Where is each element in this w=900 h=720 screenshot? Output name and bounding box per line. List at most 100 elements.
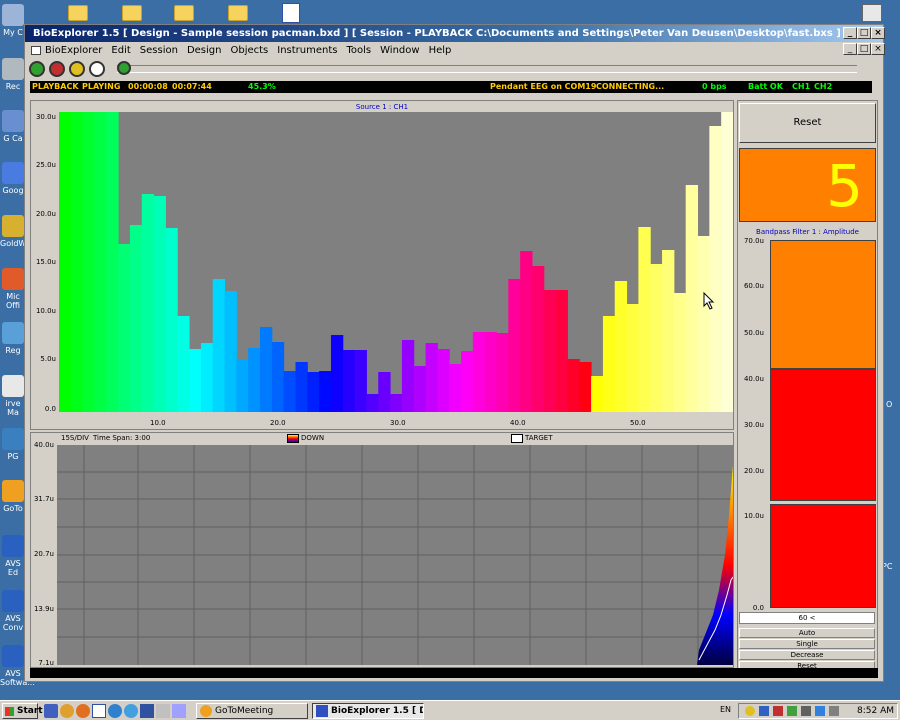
tray-app-icon[interactable] xyxy=(759,706,769,716)
goldwave-icon[interactable]: GoldW xyxy=(0,215,26,248)
tray-app-icon[interactable] xyxy=(801,706,811,716)
target-legend-swatch xyxy=(511,434,523,443)
gotomeeting-icon xyxy=(200,705,212,717)
down-legend-swatch xyxy=(287,434,299,443)
menu-edit[interactable]: Edit xyxy=(111,45,130,56)
auto-button[interactable]: Auto xyxy=(739,628,875,638)
child-close-button[interactable]: × xyxy=(871,43,885,55)
quicklaunch-browser-icon[interactable] xyxy=(76,704,90,718)
start-button[interactable]: Start xyxy=(2,703,43,719)
spectrum-bar xyxy=(283,371,296,412)
stop-button[interactable] xyxy=(89,61,105,77)
y-tick: 25.0u xyxy=(35,161,56,169)
document-icon xyxy=(31,45,41,55)
spectrum-bar xyxy=(141,194,155,412)
quicklaunch-app-icon[interactable] xyxy=(156,704,170,718)
gotomeeting-icon[interactable]: GoTo xyxy=(0,480,26,513)
desktop-shortcut-icon[interactable]: G Ca xyxy=(0,110,26,143)
quicklaunch-skype-icon[interactable] xyxy=(124,704,138,718)
quicklaunch-ie-icon[interactable] xyxy=(108,704,122,718)
menu-objects[interactable]: Objects xyxy=(230,45,268,56)
menu-tools[interactable]: Tools xyxy=(346,45,371,56)
quicklaunch-app-icon[interactable] xyxy=(140,704,154,718)
google-icon[interactable]: Goog xyxy=(0,162,26,195)
quicklaunch-word-icon[interactable] xyxy=(92,704,106,718)
play-button[interactable] xyxy=(29,61,45,77)
spectrum-bar xyxy=(520,251,533,412)
spectrum-bar xyxy=(662,250,675,412)
spectrum-bar xyxy=(342,350,356,412)
task-gotomeeting[interactable]: GoToMeeting xyxy=(196,703,308,719)
close-button[interactable]: × xyxy=(871,27,885,39)
y-tick: 30.0u xyxy=(743,421,764,429)
position-slider[interactable] xyxy=(117,61,857,75)
avs-software-icon[interactable]: AVS Softwa... xyxy=(0,645,35,687)
spectrum-bar xyxy=(638,227,651,412)
menu-instruments[interactable]: Instruments xyxy=(277,45,337,56)
session-status-bar: PLAYBACK PLAYING 00:00:08 00:07:44 45.3%… xyxy=(30,81,872,93)
spectrum-bar xyxy=(189,349,202,412)
folder-icon[interactable] xyxy=(174,5,194,21)
desktop-document-icon[interactable] xyxy=(862,4,882,22)
spectrum-bar xyxy=(449,364,462,412)
record-button[interactable] xyxy=(49,61,65,77)
tray-app-icon[interactable] xyxy=(787,706,797,716)
pause-button[interactable] xyxy=(69,61,85,77)
avs-converter-icon[interactable]: AVS Conv xyxy=(0,590,26,632)
menu-help[interactable]: Help xyxy=(429,45,452,56)
pg-icon[interactable]: PG xyxy=(0,428,26,461)
spectrum-bar xyxy=(118,244,131,412)
y-tick: 40.0u xyxy=(33,441,54,449)
folder-icon[interactable] xyxy=(122,5,142,21)
quicklaunch-firefox-icon[interactable] xyxy=(60,704,74,718)
tray-app-icon[interactable] xyxy=(815,706,825,716)
spectrum-bar xyxy=(721,112,733,412)
avs-editor-icon[interactable]: AVS Ed xyxy=(0,535,26,577)
maximize-button[interactable]: □ xyxy=(857,27,871,39)
threshold-field[interactable]: 60 < xyxy=(739,612,875,624)
y-tick: 10.0u xyxy=(743,512,764,520)
minimize-button[interactable]: _ xyxy=(843,27,857,39)
quicklaunch-app-icon[interactable] xyxy=(172,704,186,718)
spectrum-bar xyxy=(472,332,486,412)
volume-icon[interactable] xyxy=(829,706,839,716)
status-elapsed: 00:00:08 xyxy=(128,82,168,91)
tray-app-icon[interactable] xyxy=(773,706,783,716)
child-minimize-button[interactable]: _ xyxy=(843,43,857,55)
shield-icon[interactable] xyxy=(745,706,755,716)
microsoft-office-icon[interactable]: Mic Offi xyxy=(0,268,26,310)
menu-window[interactable]: Window xyxy=(380,45,419,56)
menu-session[interactable]: Session xyxy=(140,45,178,56)
slider-thumb[interactable] xyxy=(117,61,131,75)
status-bps: 0 bps xyxy=(702,82,727,91)
status-ch1: CH1 xyxy=(792,82,811,91)
folder-icon[interactable] xyxy=(68,5,88,21)
mouse-cursor xyxy=(703,292,715,310)
task-bioexplorer[interactable]: BioExplorer 1.5 [ Desi... xyxy=(312,703,424,719)
registry-icon[interactable]: Reg xyxy=(0,322,26,355)
quicklaunch-desktop-icon[interactable] xyxy=(44,704,58,718)
irvine-icon[interactable]: irve Ma xyxy=(0,375,26,417)
x-tick: 20.0 xyxy=(270,419,286,427)
language-indicator[interactable]: EN xyxy=(720,705,731,714)
word-document-icon[interactable] xyxy=(282,3,300,23)
spectrum-bar xyxy=(271,342,285,412)
child-restore-button[interactable]: □ xyxy=(857,43,871,55)
spectrum-bar xyxy=(390,394,403,412)
target-legend-label: TARGET xyxy=(525,434,553,442)
spectrum-bar xyxy=(697,236,710,412)
decrease-button[interactable]: Decrease xyxy=(739,650,875,660)
window-titlebar[interactable]: BioExplorer 1.5 [ Design - Sample sessio… xyxy=(25,25,885,42)
single-button[interactable]: Single xyxy=(739,639,875,649)
clock: 8:52 AM xyxy=(857,706,894,716)
folder-icon[interactable] xyxy=(228,5,248,21)
reset-button[interactable]: Reset xyxy=(739,103,876,143)
spectrum-bar xyxy=(295,362,308,412)
recycle-bin-icon[interactable]: Rec xyxy=(0,58,26,91)
status-mode: PLAYBACK xyxy=(32,82,79,91)
y-tick: 0.0 xyxy=(752,604,764,612)
my-computer-icon[interactable]: My C xyxy=(0,4,26,37)
y-tick: 70.0u xyxy=(743,237,764,245)
menu-bioexplorer[interactable]: BioExplorer xyxy=(45,45,102,56)
menu-design[interactable]: Design xyxy=(187,45,222,56)
